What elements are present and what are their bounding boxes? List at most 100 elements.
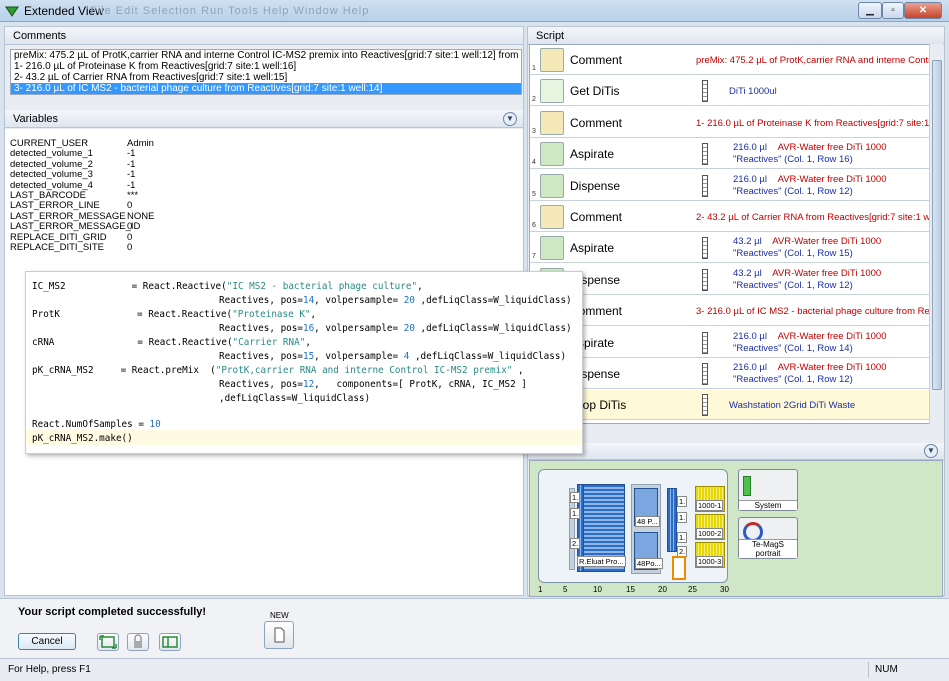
tick-label: 15 xyxy=(626,585,635,594)
step-volume: 216.0 µl xyxy=(733,142,767,154)
tip-icon xyxy=(702,174,708,197)
step-comment: 3- 216.0 µL of IC MS2 - bacterial phage … xyxy=(696,306,931,318)
plate-label: 2. xyxy=(570,538,581,549)
code-line: ProtK = React.Reactive("Proteinase K", xyxy=(32,308,316,321)
comment-line[interactable]: 2- 43.2 µL of Carrier RNA from Reactives… xyxy=(11,72,521,83)
script-row[interactable]: 7 Aspirate 43.2 µl AVR-Water free DiTi 100… xyxy=(530,233,930,264)
selected-carrier[interactable] xyxy=(672,556,686,580)
code-var: pK_cRNA_MS2 xyxy=(32,365,94,376)
step-liquid-class: AVR-Water free DiTi 1000 xyxy=(777,173,887,185)
step-number: 5 xyxy=(532,190,536,198)
step-liquid-class: AVR-Water free DiTi 1000 xyxy=(772,236,882,248)
comment-line[interactable]: 1- 216.0 µL of Proteinase K from Reactiv… xyxy=(11,61,521,72)
fit-view-button[interactable] xyxy=(97,633,119,651)
code-string: "ProtK,carrier RNA and interne Control I… xyxy=(215,365,513,376)
plate-label: 1. xyxy=(570,492,581,503)
code-text: React.NumOfSamples = xyxy=(32,419,150,430)
pause-button[interactable] xyxy=(127,633,149,651)
tick-label: 1 xyxy=(538,585,543,594)
script-row[interactable]: 2 Get DiTis DiTi 1000ul xyxy=(530,76,930,107)
step-number: 6 xyxy=(532,222,536,229)
num-lock-indicator: NUM xyxy=(868,662,928,678)
panel-icon xyxy=(162,636,178,648)
code-var: ProtK xyxy=(32,309,60,320)
cancel-button[interactable]: Cancel xyxy=(18,633,76,650)
script-scrollbar[interactable] xyxy=(929,44,943,424)
code-text: ,defLiqClass=W_liquidClass) xyxy=(414,295,572,306)
step-comment: 2- 43.2 µL of Carrier RNA from Reactives… xyxy=(696,212,931,223)
script-row[interactable]: 11Dispense216.0 µl AVR-Water free DiTi 1… xyxy=(530,359,930,389)
menu-bar-ghost: File Edit Selection Run Tools Help Windo… xyxy=(90,5,370,17)
step-comment: 1- 216.0 µL of Proteinase K from Reactiv… xyxy=(696,117,930,129)
temags-box[interactable]: Te-MagS portrait xyxy=(738,517,798,559)
step-number: 4 xyxy=(532,159,536,167)
script-list[interactable]: 1 Comment preMix: 475.2 µL of ProtK,carrie… xyxy=(529,44,931,424)
plate-label: 1. xyxy=(677,512,688,523)
success-message: Your script completed successfully! xyxy=(18,606,207,618)
step-volume: 216.0 µl xyxy=(733,330,767,342)
code-text: pK_cRNA_MS2.make() xyxy=(32,433,133,444)
get-ditis-icon xyxy=(540,79,564,104)
fit-view-icon xyxy=(99,635,117,649)
script-row[interactable]: 12Drop DiTisWashstation 2Grid DiTi Waste xyxy=(530,390,930,421)
system-box[interactable]: System xyxy=(738,469,798,511)
code-call: , xyxy=(512,365,524,376)
system-label: System xyxy=(739,500,797,510)
panel-toggle-button[interactable] xyxy=(159,633,181,651)
step-name: Aspirate xyxy=(570,147,615,162)
scrollbar-thumb[interactable] xyxy=(932,60,942,390)
plate-label: 1000-3 xyxy=(696,556,724,567)
comments-list[interactable]: preMix: 475.2 µL of ProtK,carrier RNA an… xyxy=(10,49,522,95)
code-number: 15 xyxy=(302,351,315,362)
script-row[interactable]: 8Dispense43.2 µl AVR-Water free DiTi 100… xyxy=(530,264,930,295)
close-button[interactable]: ✕ xyxy=(904,2,942,19)
maximize-button[interactable]: ▫ xyxy=(882,2,904,19)
code-text: Reactives, pos= xyxy=(219,295,303,306)
new-document-icon xyxy=(274,627,285,643)
tick-label: 30 xyxy=(720,585,729,594)
code-line: Reactives, pos=16, volpersample= 20 ,def… xyxy=(219,322,572,335)
tip-icon xyxy=(702,331,708,354)
plate-label: 48 P... xyxy=(635,516,660,527)
script-row[interactable]: 9Comment3- 216.0 µL of IC MS2 - bacteria… xyxy=(530,296,931,327)
script-row[interactable]: 5 Dispense 216.0 µl AVR-Water free DiTi 10… xyxy=(530,170,930,201)
step-detail: 216.0 µl AVR-Water free DiTi 1000 "Reacti… xyxy=(733,174,887,198)
comment-icon xyxy=(540,48,564,72)
script-row[interactable]: 4 Aspirate 216.0 µl AVR-Water free DiTi 10… xyxy=(530,139,930,170)
plate xyxy=(667,488,677,552)
comments-header-label: Comments xyxy=(13,30,67,42)
code-text: , volpersample= xyxy=(314,351,404,362)
code-number: 20 xyxy=(403,323,415,334)
code-number: 10 xyxy=(149,419,161,430)
comment-line[interactable]: preMix: 475.2 µL of ProtK,carrier RNA an… xyxy=(11,50,521,61)
script-row[interactable]: 1 Comment preMix: 475.2 µL of ProtK,carrie… xyxy=(530,45,930,75)
code-text: Reactives, pos= xyxy=(219,379,303,390)
step-name: Comment xyxy=(570,53,623,67)
collapse-variables-button[interactable]: ▼ xyxy=(503,112,517,126)
code-text: ,defLiqClass=W_liquidClass) xyxy=(409,351,567,362)
code-string: "Proteinase K" xyxy=(232,309,311,320)
step-detail: 43.2 µl AVR-Water free DiTi 1000 "Reactiv… xyxy=(733,268,881,292)
comment-line-selected[interactable]: 3- 216.0 µL of IC MS2 - bacterial phage … xyxy=(11,83,521,94)
variable-value: 0 xyxy=(127,241,133,253)
code-overlay[interactable]: IC_MS2 = React.Reactive("IC MS2 - bacteri… xyxy=(25,271,583,454)
script-row[interactable]: 3 Comment 1- 216.0 µL of Proteinase K from… xyxy=(530,107,930,138)
variable-name: LAST_ERROR_MESSAGE_ID xyxy=(10,221,141,233)
variables-list: CURRENT_USER Admin detected_volume_1 -1 de… xyxy=(10,138,260,253)
step-volume: 216.0 µl xyxy=(733,362,767,373)
worktable-view[interactable]: 1. 1. 2. R.Eluat Pro... 48 P... 48Po... … xyxy=(529,460,943,597)
code-var: cRNA xyxy=(32,337,55,348)
step-liquid-class: AVR-Water free DiTi 1000 xyxy=(772,267,882,279)
variables-header-label: Variables xyxy=(13,113,59,125)
collapse-worktable-button[interactable]: ▼ xyxy=(924,444,938,458)
script-row[interactable]: 10Aspirate216.0 µl AVR-Water free DiTi 1… xyxy=(530,327,930,358)
plate-label: 1000-1 xyxy=(696,500,724,511)
code-call: , xyxy=(310,309,317,320)
code-string: "IC MS2 - bacterial phage culture" xyxy=(226,281,418,292)
script-row[interactable]: 6 Comment 2- 43.2 µL of Carrier RNA from R… xyxy=(530,202,930,232)
new-script-button[interactable] xyxy=(264,621,294,649)
status-help-text: For Help, press F1 xyxy=(8,664,91,675)
comment-icon xyxy=(540,110,564,135)
step-location: "Reactives" (Col. 1, Row 12) xyxy=(733,374,853,385)
minimize-button[interactable]: ▁ xyxy=(858,2,882,19)
